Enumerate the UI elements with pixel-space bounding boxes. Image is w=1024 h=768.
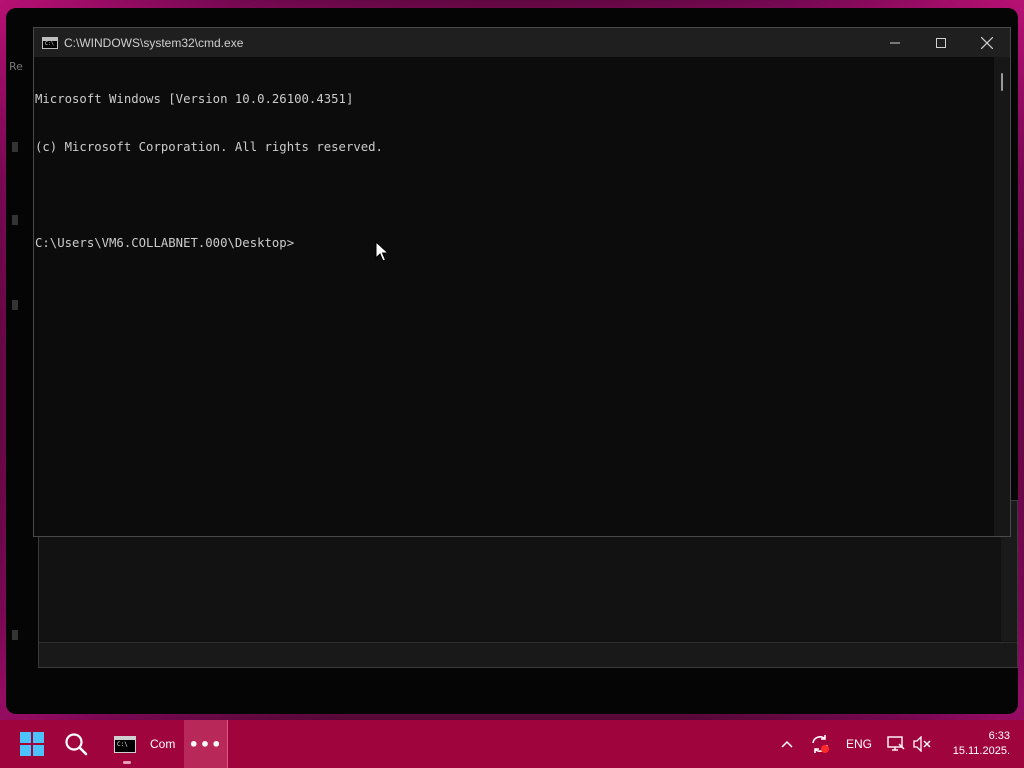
network-icon (887, 736, 905, 751)
clock-date: 15.11.2025. (952, 745, 1010, 757)
mouse-cursor-icon (375, 241, 389, 262)
cmd-window[interactable]: C:\ C:\WINDOWS\system32\cmd.exe Microsof… (33, 27, 1011, 537)
volume-muted-icon (913, 736, 931, 752)
cmd-taskbar-icon-label: C:\ (117, 740, 128, 748)
background-window-statusbar (39, 642, 1017, 667)
scrollbar-thumb[interactable] (1001, 73, 1003, 91)
start-button[interactable] (12, 720, 52, 768)
terminal-prompt[interactable]: C:\Users\VM6.COLLABNET.000\Desktop> (35, 235, 994, 251)
desktop-icon-label[interactable]: Re (9, 60, 23, 73)
desktop-icon[interactable] (12, 142, 18, 152)
window-controls (872, 28, 1010, 57)
language-indicator[interactable]: ENG (842, 720, 876, 768)
taskbar-cmd-button[interactable]: C:\ Com (104, 720, 180, 768)
desktop-icon[interactable] (12, 300, 18, 310)
desktop-icon[interactable] (12, 215, 18, 225)
terminal-scrollbar[interactable] (994, 57, 1010, 536)
running-indicator (123, 761, 131, 764)
close-button[interactable] (964, 28, 1010, 57)
clock[interactable]: 6:33 15.11.2025. (936, 720, 1010, 768)
clock-time: 6:33 (988, 730, 1010, 742)
minimize-icon (890, 42, 900, 43)
desktop-icon[interactable] (12, 630, 18, 640)
chevron-up-icon (781, 740, 793, 748)
terminal-line: Microsoft Windows [Version 10.0.26100.43… (35, 92, 354, 106)
search-icon (65, 733, 88, 756)
terminal-output[interactable]: Microsoft Windows [Version 10.0.26100.43… (34, 57, 994, 536)
maximize-button[interactable] (918, 28, 964, 57)
terminal-line: (c) Microsoft Corporation. All rights re… (35, 140, 383, 154)
maximize-icon (936, 37, 946, 48)
close-icon (981, 36, 993, 49)
cmd-app-icon-label: C:\ (45, 40, 55, 47)
cmd-app-icon[interactable]: C:\ (42, 36, 58, 49)
volume-tray-button[interactable] (910, 720, 934, 768)
network-tray-button[interactable] (884, 720, 908, 768)
cmd-titlebar[interactable]: C:\ C:\WINDOWS\system32\cmd.exe (34, 28, 1010, 57)
taskbar-cmd-label: Com (150, 737, 176, 751)
sync-tray-button[interactable] (806, 720, 834, 768)
minimize-button[interactable] (872, 28, 918, 57)
desktop: Re C:\ C:\WINDOWS\system32\cmd.exe Micro… (0, 0, 1024, 720)
sync-icon (812, 735, 829, 753)
windows-start-icon (20, 732, 44, 756)
taskbar-overflow-button[interactable]: ••• (184, 720, 228, 768)
taskbar: C:\ Com ••• ENG 6:33 15.11.2025. (0, 720, 1024, 768)
search-button[interactable] (56, 720, 96, 768)
show-hidden-icons-button[interactable] (776, 720, 798, 768)
cmd-window-title: C:\WINDOWS\system32\cmd.exe (64, 35, 244, 50)
cmd-taskbar-icon: C:\ (114, 735, 136, 753)
